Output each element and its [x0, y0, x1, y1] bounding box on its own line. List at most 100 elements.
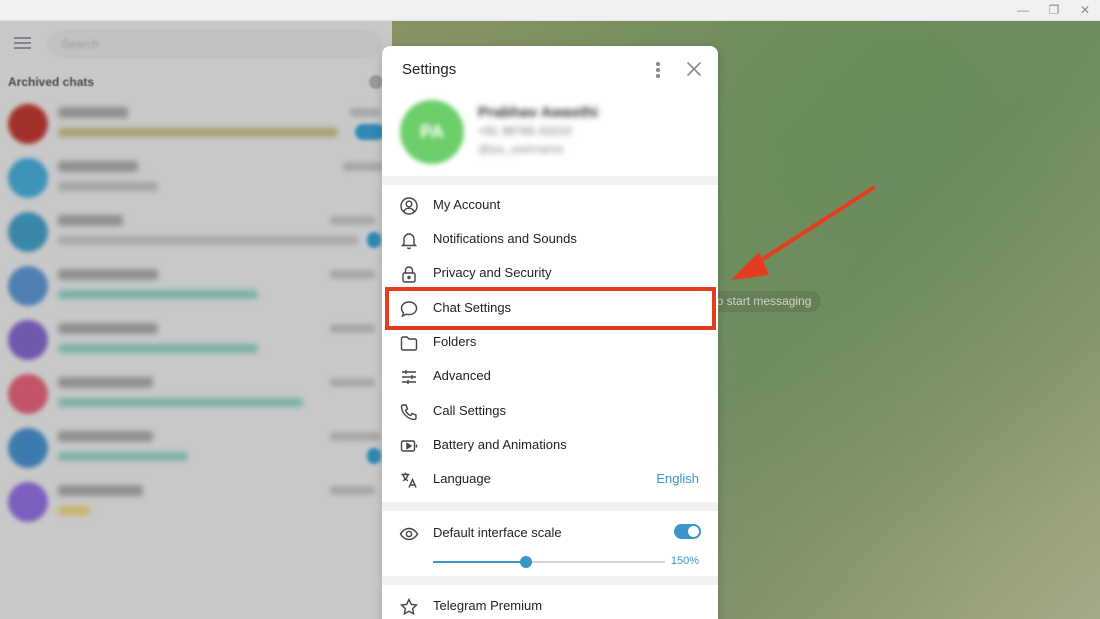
chat-preview	[58, 182, 158, 191]
chat-preview	[58, 344, 258, 353]
unread-badge	[367, 448, 381, 464]
chat-name	[58, 485, 143, 496]
settings-dialog: Settings PA Prabhav Awasthi +91 98765 43…	[382, 46, 718, 619]
battery-animation-icon	[399, 436, 419, 456]
profile-phone: +91 98765 43210	[478, 124, 572, 138]
avatar	[8, 320, 48, 360]
menu-item-label: Folders	[433, 334, 477, 349]
chat-list-item[interactable]	[0, 151, 392, 205]
slider-thumb[interactable]	[519, 556, 532, 568]
menu-item-battery-animations[interactable]: Battery and Animations	[382, 428, 718, 462]
hamburger-menu-icon[interactable]	[14, 37, 31, 49]
bell-icon	[399, 230, 419, 250]
chat-list-item[interactable]	[0, 313, 392, 367]
chat-time	[330, 432, 380, 441]
section-divider	[382, 502, 718, 511]
chat-time	[330, 324, 375, 333]
chat-name	[58, 377, 153, 388]
chat-name	[58, 431, 153, 442]
menu-item-call-settings[interactable]: Call Settings	[382, 394, 718, 428]
avatar	[8, 482, 48, 522]
chat-list-item[interactable]	[0, 205, 392, 259]
slider-fill	[433, 561, 526, 563]
dialog-title: Settings	[402, 61, 457, 78]
menu-item-label: Advanced	[433, 368, 491, 383]
sliders-icon	[399, 367, 419, 387]
window-close-button[interactable]: ✕	[1071, 2, 1099, 19]
chat-preview	[58, 452, 188, 461]
chat-list-item[interactable]	[0, 97, 392, 151]
menu-item-notifications[interactable]: Notifications and Sounds	[382, 222, 718, 256]
chat-time	[330, 378, 375, 387]
menu-item-label: Telegram Premium	[433, 598, 543, 613]
folder-icon	[399, 333, 419, 353]
chat-name	[58, 161, 138, 172]
close-icon[interactable]	[685, 60, 703, 78]
chat-list-item[interactable]	[0, 475, 392, 529]
section-divider	[382, 176, 718, 185]
interface-scale-value: 150%	[670, 555, 699, 567]
interface-scale-label: Default interface scale	[433, 525, 562, 540]
restore-button[interactable]: ❐	[1040, 2, 1068, 19]
chat-preview	[58, 236, 358, 245]
interface-scale-row[interactable]: Default interface scale	[382, 516, 718, 550]
minimize-button[interactable]: —	[1009, 2, 1037, 19]
interface-scale-slider[interactable]	[433, 556, 665, 568]
chat-time	[330, 270, 375, 279]
chat-time	[330, 486, 375, 495]
chat-settings-highlight	[385, 287, 716, 330]
window-titlebar: — ❐ ✕	[0, 0, 1100, 21]
profile-name: Prabhav Awasthi	[478, 104, 599, 121]
menu-item-telegram-premium[interactable]: Telegram Premium	[382, 589, 718, 619]
menu-item-folders[interactable]: Folders	[382, 325, 718, 359]
account-circle-icon	[399, 196, 419, 216]
translate-icon	[399, 470, 419, 490]
chat-name	[58, 269, 158, 280]
chat-time	[330, 216, 375, 225]
chat-list-header: Search	[0, 21, 392, 66]
eye-icon	[399, 524, 419, 544]
menu-item-advanced[interactable]: Advanced	[382, 359, 718, 393]
profile-section[interactable]: PA Prabhav Awasthi +91 98765 43210 @pa_u…	[382, 94, 718, 180]
chat-name	[58, 215, 123, 226]
menu-item-label: Language	[433, 471, 491, 486]
avatar	[8, 104, 48, 144]
unread-badge	[367, 232, 381, 248]
phone-icon	[399, 402, 419, 422]
menu-item-language[interactable]: Language English	[382, 462, 718, 496]
menu-item-label: Battery and Animations	[433, 437, 567, 452]
unread-badge	[355, 124, 385, 140]
chat-list-pane: Search Archived chats	[0, 21, 392, 619]
menu-item-my-account[interactable]: My Account	[382, 188, 718, 222]
chat-time	[343, 162, 383, 171]
annotation-arrow	[731, 186, 875, 280]
avatar	[8, 374, 48, 414]
search-input[interactable]: Search	[47, 30, 382, 58]
profile-avatar[interactable]: PA	[400, 100, 464, 164]
menu-item-label: Privacy and Security	[433, 265, 552, 280]
archived-chats-title: Archived chats	[8, 75, 95, 89]
more-options-icon[interactable]	[652, 60, 664, 80]
chat-name	[58, 107, 128, 118]
interface-scale-toggle[interactable]	[674, 524, 701, 539]
archived-badge	[369, 75, 383, 89]
menu-item-privacy[interactable]: Privacy and Security	[382, 256, 718, 290]
menu-item-label: Call Settings	[433, 403, 506, 418]
language-value: English	[656, 471, 699, 486]
section-divider	[382, 576, 718, 585]
menu-item-label: Notifications and Sounds	[433, 231, 577, 246]
chat-preview	[58, 128, 338, 137]
chat-preview	[58, 290, 258, 299]
chat-preview	[58, 398, 303, 407]
avatar	[8, 158, 48, 198]
chat-list-item[interactable]	[0, 367, 392, 421]
star-icon	[399, 597, 419, 617]
chat-list-item[interactable]	[0, 421, 392, 475]
avatar	[8, 428, 48, 468]
chat-list-item[interactable]	[0, 259, 392, 313]
chat-preview	[58, 506, 90, 515]
chat-time	[350, 108, 380, 117]
chat-name	[58, 323, 158, 334]
avatar	[8, 212, 48, 252]
lock-icon	[399, 264, 419, 284]
